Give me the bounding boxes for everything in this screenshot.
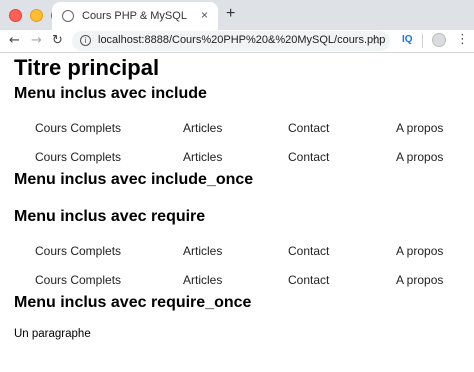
extension-iq-icon[interactable]: IQ [402,34,413,45]
heading-include: Menu inclus avec include [14,85,207,102]
more-menu-icon[interactable]: ⋮ [456,32,469,48]
menu-row: Cours Complets Articles Contact A propos [14,264,460,293]
page-title: Titre principal [14,55,160,80]
menu-item-articles[interactable]: Articles [183,273,222,287]
menu-item-contact[interactable]: Contact [288,121,329,135]
back-arrow-icon[interactable]: ← [9,33,20,49]
menu-item-apropos[interactable]: A propos [396,273,443,287]
menu-row: Cours Complets Articles Contact A propos [14,141,460,170]
menu-row: Cours Complets Articles Contact A propos [14,235,460,264]
browser-tab[interactable]: Cours PHP & MySQL × [52,2,218,30]
menu-item-contact[interactable]: Contact [288,244,329,258]
url-text[interactable]: localhost:8888/Cours%20PHP%20&%20MySQL/c… [98,34,385,46]
page-content: Titre principal Menu inclus avec include… [0,53,474,341]
new-tab-button[interactable]: + [226,6,235,22]
menu-include: Cours Complets Articles Contact A propos… [14,112,460,170]
menu-row: Cours Complets Articles Contact A propos [14,112,460,141]
info-icon[interactable]: i [80,35,91,46]
menu-item-apropos[interactable]: A propos [396,121,443,135]
close-tab-icon[interactable]: × [201,8,208,22]
tab-title: Cours PHP & MySQL [82,10,187,22]
menu-item-contact[interactable]: Contact [288,150,329,164]
menu-item-cours[interactable]: Cours Complets [35,244,121,258]
menu-item-articles[interactable]: Articles [183,121,222,135]
paragraph: Un paragraphe [14,328,91,340]
reload-icon[interactable]: ↻ [52,33,63,49]
menu-item-contact[interactable]: Contact [288,273,329,287]
menu-item-apropos[interactable]: A propos [396,244,443,258]
close-window-button[interactable] [9,9,22,22]
menu-item-articles[interactable]: Articles [183,150,222,164]
profile-avatar-icon[interactable] [432,33,446,47]
bookmark-star-icon[interactable]: ☆ [371,33,382,47]
menu-item-apropos[interactable]: A propos [396,150,443,164]
toolbar-divider [422,34,423,48]
tab-bar: Cours PHP & MySQL × + [0,0,474,30]
menu-item-cours[interactable]: Cours Complets [35,121,121,135]
heading-require-once: Menu inclus avec require_once [14,294,252,311]
heading-require: Menu inclus avec require [14,208,206,225]
menu-item-cours[interactable]: Cours Complets [35,150,121,164]
menu-require: Cours Complets Articles Contact A propos… [14,235,460,293]
forward-arrow-icon[interactable]: → [31,33,42,49]
globe-icon [62,10,74,22]
minimize-window-button[interactable] [30,9,43,22]
browser-toolbar: ← → ↻ i localhost:8888/Cours%20PHP%20&%2… [0,30,474,53]
menu-item-cours[interactable]: Cours Complets [35,273,121,287]
heading-include-once: Menu inclus avec include_once [14,171,254,188]
menu-item-articles[interactable]: Articles [183,244,222,258]
address-bar[interactable]: i localhost:8888/Cours%20PHP%20&%20MySQL… [72,31,390,51]
